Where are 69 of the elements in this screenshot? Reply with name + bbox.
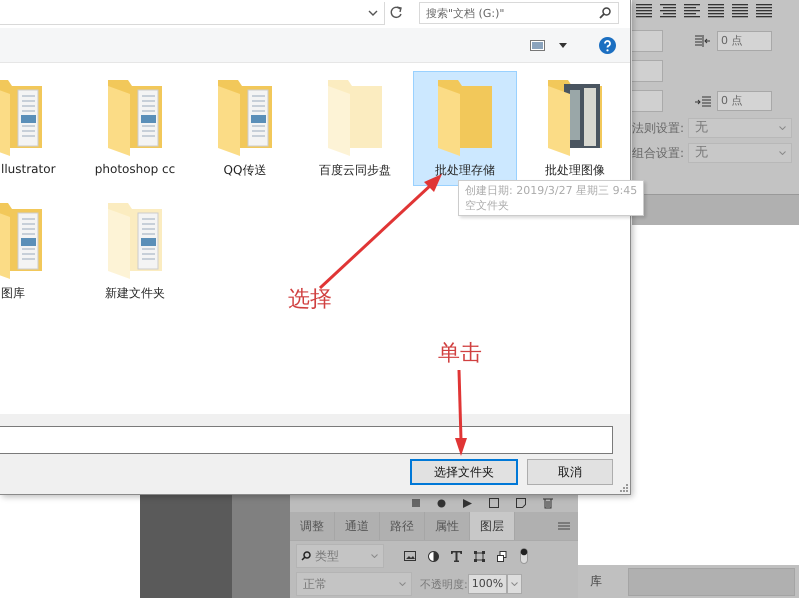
square-icon[interactable] [489, 498, 499, 508]
spacing-field[interactable]: 0 点 [717, 31, 772, 51]
image-icon[interactable] [404, 551, 416, 561]
folder-item[interactable]: 批处理图像 [523, 71, 627, 186]
chevron-down-icon [371, 554, 378, 558]
address-field[interactable] [0, 2, 385, 24]
folder-name: llustrator [1, 162, 56, 176]
folder-name: 百度云同步盘 [319, 162, 391, 179]
smart-object-icon[interactable] [497, 550, 508, 562]
indent-icon [695, 35, 711, 47]
chevron-down-icon [399, 582, 406, 586]
text-align-icon[interactable] [708, 4, 724, 18]
dialog-button[interactable]: 选择文件夹 [410, 459, 518, 485]
chevron-down-icon [779, 151, 786, 155]
setting-label: 法则设置: [632, 120, 686, 136]
annotation-text: 单击 [438, 340, 482, 368]
dialog-button[interactable]: 取消 [527, 459, 613, 485]
menu-icon[interactable] [558, 522, 570, 530]
dropdown-caret-icon[interactable] [559, 42, 567, 48]
indent-field[interactable] [632, 60, 663, 82]
toggle-icon[interactable] [520, 548, 528, 564]
view-icon[interactable] [530, 40, 545, 50]
opacity-label: 不透明度: [420, 576, 468, 592]
annotation-text: 选择 [288, 286, 332, 314]
text-align-icon[interactable] [684, 4, 700, 18]
folder-name: 图库 [1, 285, 25, 302]
text-align-icon[interactable] [756, 4, 772, 18]
folder-name-field[interactable] [0, 426, 613, 454]
panel-tab[interactable]: 图层 [470, 512, 515, 540]
folder-name: 批处理存储 [435, 162, 495, 179]
search-icon [301, 551, 311, 561]
folder-item[interactable]: 新建文件夹 [83, 194, 187, 309]
folder-item[interactable]: photoshop cc [83, 71, 187, 186]
folder-item[interactable]: QQ传送 [193, 71, 297, 186]
transform-icon[interactable] [474, 550, 485, 562]
panel-title: 库 [590, 573, 602, 590]
text-align-icon[interactable] [636, 4, 652, 18]
search-field[interactable]: 搜索"文档 (G:)" [419, 2, 619, 24]
adjustment-icon[interactable] [428, 550, 439, 562]
text-align-icon[interactable] [732, 4, 748, 18]
search-icon [599, 7, 611, 19]
chevron-down-icon [511, 582, 518, 586]
tooltip-text: 空文件夹 [465, 198, 510, 213]
indent-field[interactable] [632, 90, 663, 112]
chevron-down-icon[interactable] [368, 10, 378, 16]
library-field[interactable] [628, 568, 795, 596]
setting-label: 组合设置: [632, 144, 686, 162]
chevron-down-icon [779, 126, 786, 130]
folder-name: photoshop cc [94, 162, 176, 176]
type-icon[interactable] [451, 550, 462, 562]
page-icon[interactable] [516, 498, 526, 508]
folder-name: 批处理图像 [545, 162, 605, 179]
opacity-field[interactable]: 100% [468, 574, 508, 594]
spacing-field[interactable]: 0 点 [717, 91, 772, 111]
refresh-icon[interactable] [389, 6, 403, 20]
trash-icon[interactable] [543, 498, 553, 508]
record-icon[interactable] [437, 498, 446, 508]
text-align-icon[interactable] [660, 4, 676, 18]
indent-field[interactable] [632, 30, 663, 52]
resize-grip-icon[interactable] [620, 484, 628, 492]
help-icon[interactable] [599, 36, 616, 54]
folder-item[interactable]: 批处理存储 [413, 71, 517, 186]
folder-name: 新建文件夹 [105, 285, 165, 302]
tooltip-text: 创建日期: 2019/3/27 星期三 9:45 [465, 183, 638, 198]
folder-name: QQ传送 [224, 162, 266, 179]
folder-item[interactable]: 图库 [0, 194, 50, 309]
play-icon[interactable] [463, 498, 472, 508]
folder-item[interactable]: 百度云同步盘 [303, 71, 407, 186]
space-before-icon [695, 95, 711, 107]
